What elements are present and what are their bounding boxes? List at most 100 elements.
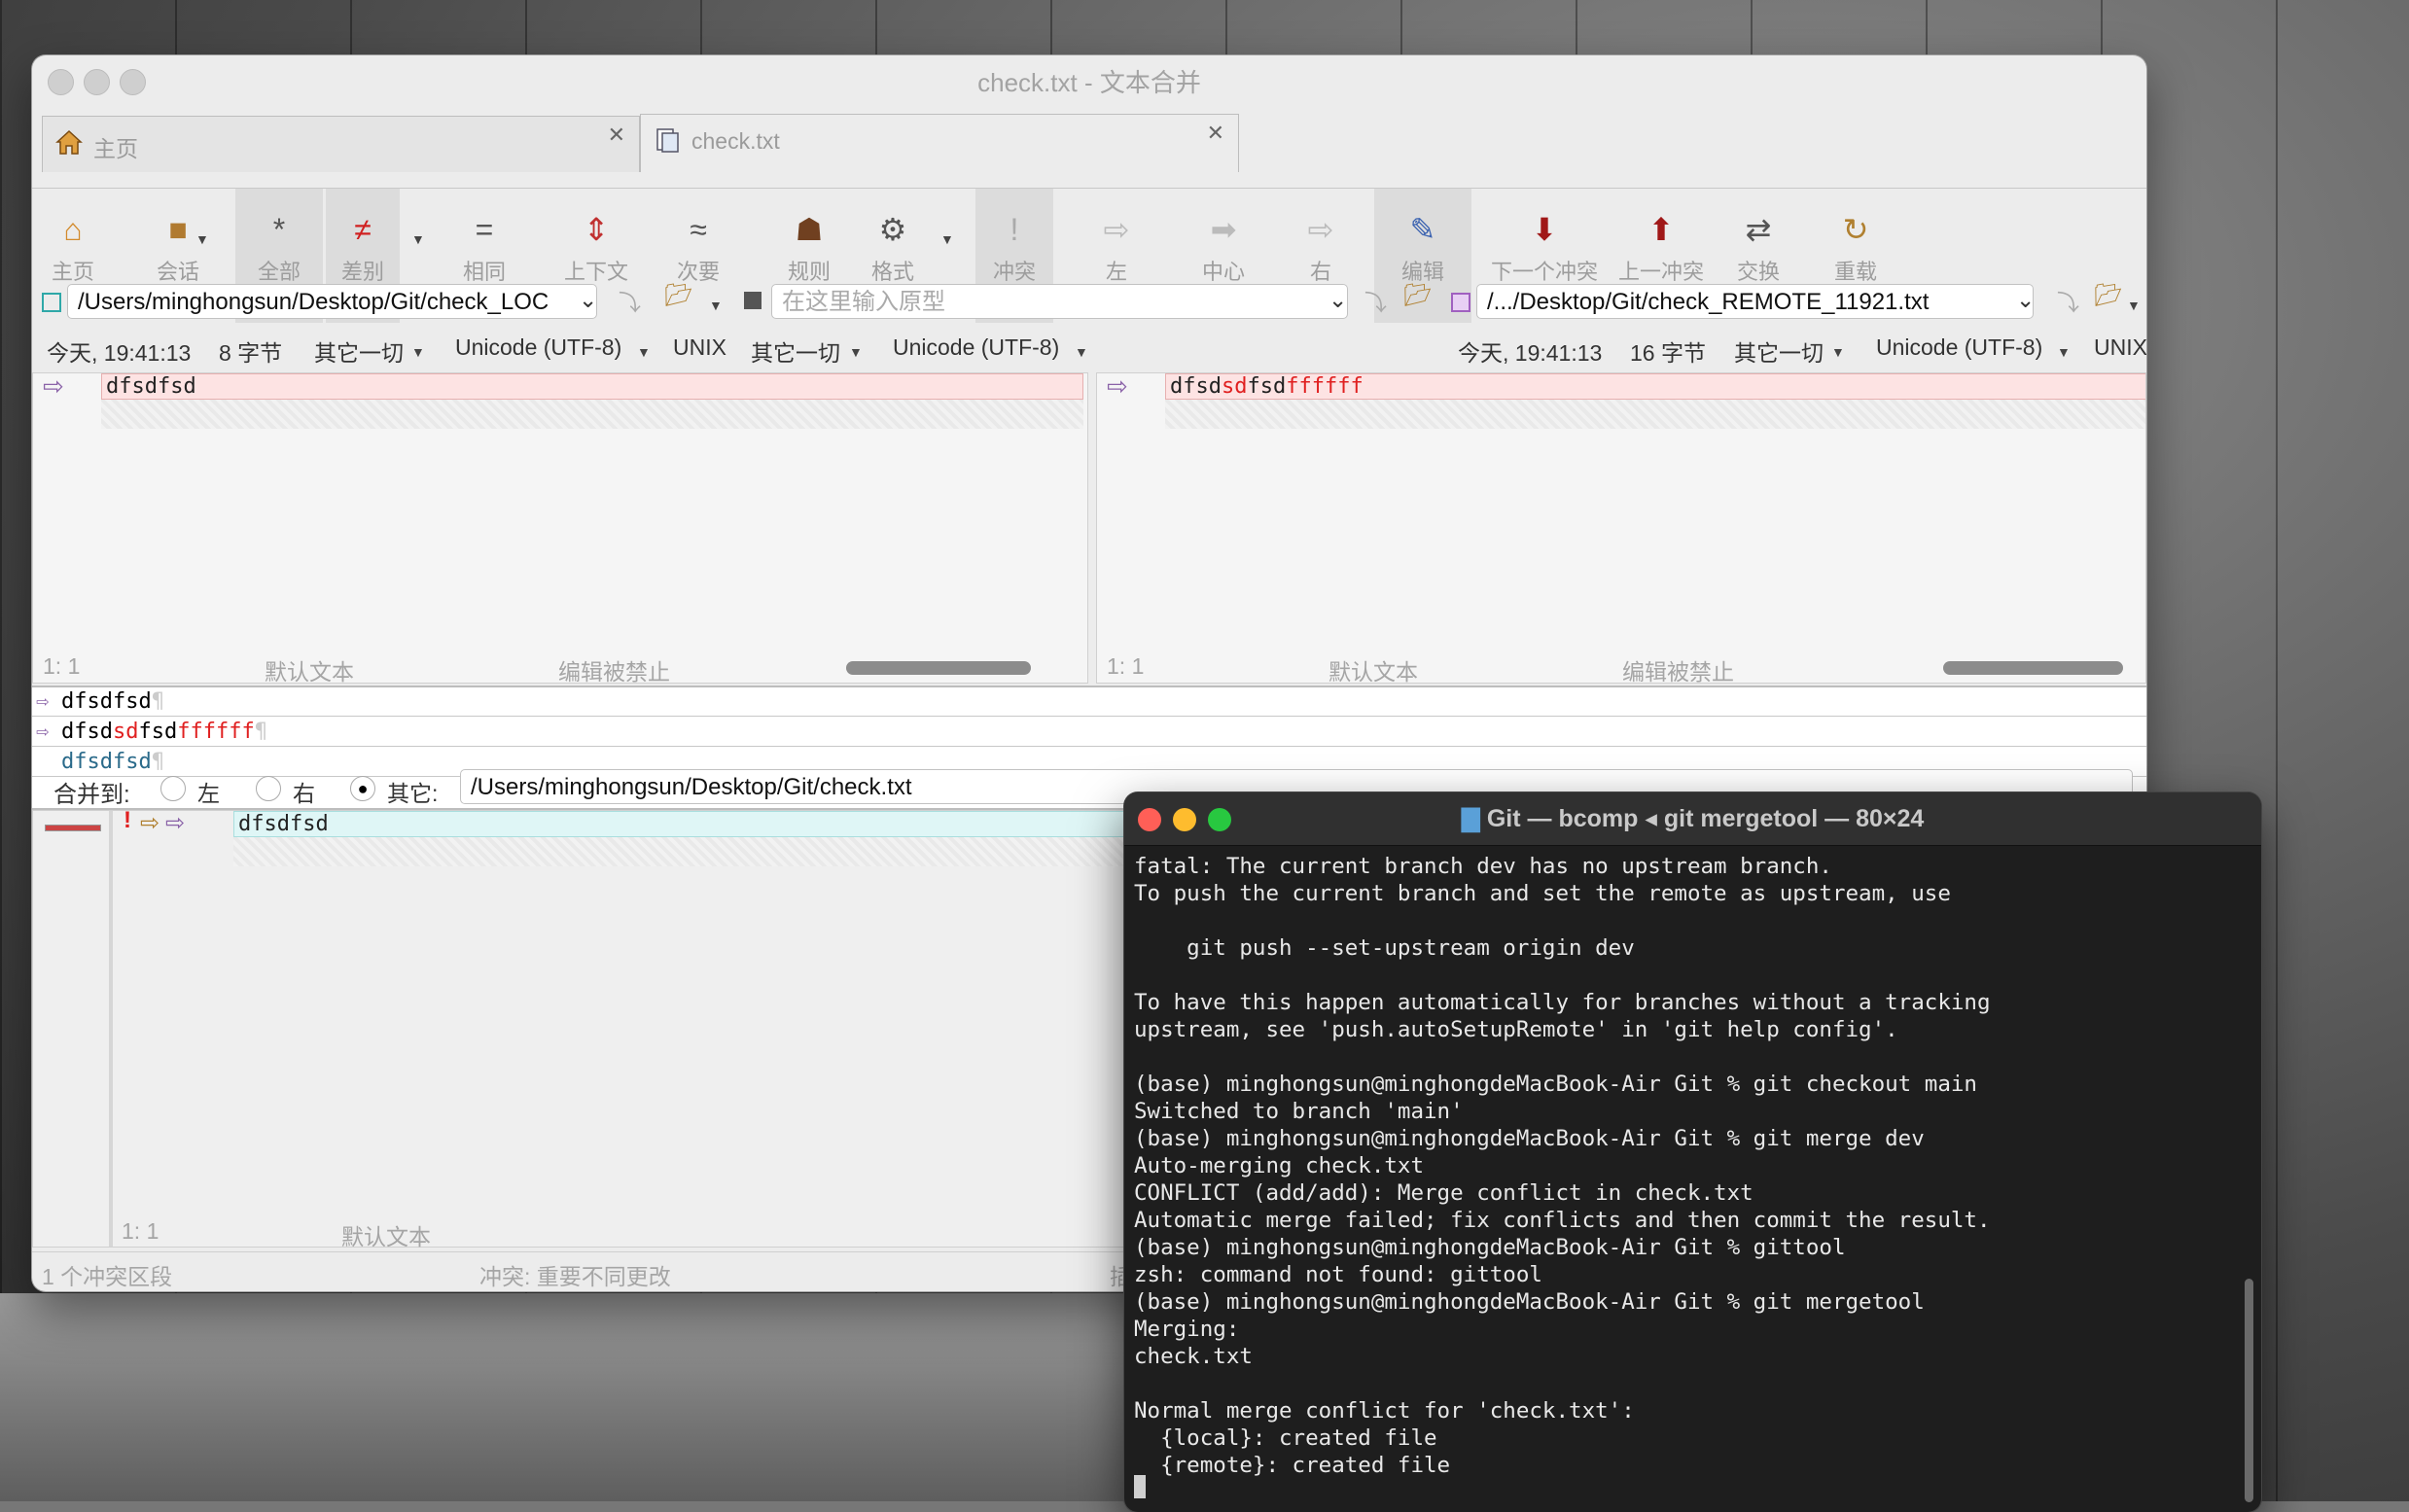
- take-left-arrow-icon[interactable]: ⇨: [140, 811, 159, 837]
- compare-right-d: ffffff: [177, 720, 255, 744]
- right-eol[interactable]: UNIX: [2094, 334, 2146, 361]
- terminal-output[interactable]: fatal: The current branch dev has no ups…: [1134, 853, 2232, 1479]
- rules-label: 规则: [787, 260, 831, 284]
- compare-right-c: fsd: [138, 720, 178, 744]
- left-path-field[interactable]: /Users/minghongsun/Desktop/Git/check_LOC: [67, 284, 597, 319]
- base-folder-icon[interactable]: 📂︎: [1403, 282, 1432, 308]
- tab-home-label: 主页: [93, 136, 138, 161]
- all-label: 全部: [257, 260, 301, 284]
- merge-right-label: 右: [293, 781, 315, 806]
- terminal-line: Auto-merging check.txt: [1134, 1153, 1425, 1178]
- reload-icon: ↻: [1842, 212, 1869, 247]
- compare-left-pilcrow: ¶: [151, 689, 164, 714]
- right-swap-icon[interactable]: ⤵: [2057, 284, 2079, 317]
- right-folder-icon[interactable]: 📂︎: [2094, 282, 2122, 308]
- output-gutter-marker: [45, 825, 101, 831]
- right-filter-dropdown-icon[interactable]: ▼: [1831, 344, 1845, 360]
- right-edit-state: 编辑被禁止: [1622, 659, 1734, 684]
- compare-right-pilcrow: ¶: [254, 720, 267, 744]
- arrow-center-icon: ➡: [1210, 212, 1237, 247]
- tab-check-txt-close-icon[interactable]: ✕: [1207, 121, 1224, 146]
- format-gear-icon: ⚙: [878, 212, 907, 247]
- arrow-up-icon: ⬆: [1647, 212, 1675, 247]
- referee-icon: ☗: [795, 212, 824, 247]
- window-title: check.txt - 文本合并: [977, 68, 1201, 97]
- left-empty-line: [101, 400, 1083, 429]
- left-encoding-select[interactable]: Unicode (UTF-8): [455, 334, 621, 361]
- terminal-line: CONFLICT (add/add): Merge conflict in ch…: [1134, 1180, 1754, 1206]
- right-encoding-select[interactable]: Unicode (UTF-8): [1876, 334, 2042, 361]
- right-path-dropdown-icon[interactable]: ⌄: [2016, 287, 2035, 313]
- terminal-line: Automatic merge failed; fix conflicts an…: [1134, 1208, 1991, 1233]
- right-line-1: dfsdsdfsdffffff: [1165, 373, 2145, 400]
- compare-line-right: ⇨ dfsdsdfsdffffff¶: [32, 718, 2146, 747]
- base-encoding-dropdown-icon[interactable]: ▼: [1075, 344, 1088, 360]
- right-horizontal-scrollbar[interactable]: [1943, 661, 2123, 675]
- terminal-line: (base) minghongsun@minghongdeMacBook-Air…: [1134, 1126, 1925, 1151]
- right-folder-dropdown-icon[interactable]: ▼: [2127, 298, 2141, 313]
- left-text-pane[interactable]: ⇨ dfsdfsd 1: 1 默认文本 编辑被禁止: [32, 372, 1088, 684]
- terminal-titlebar: ▇ Git — bcomp ◂ git mergetool — 80×24: [1124, 792, 2261, 846]
- compare-output-pilcrow: ¶: [151, 750, 164, 774]
- tab-check-txt-label: check.txt: [691, 128, 780, 154]
- merge-left-label: 左: [197, 781, 220, 806]
- folder-icon: ▇: [1461, 805, 1480, 832]
- base-encoding-select[interactable]: Unicode (UTF-8): [893, 334, 1059, 361]
- left-cursor-position: 1: 1: [43, 653, 81, 679]
- left-edit-state: 编辑被禁止: [558, 659, 670, 684]
- base-path-dropdown-icon[interactable]: ⌄: [1328, 287, 1347, 313]
- diffs-dropdown-icon[interactable]: ▼: [411, 231, 425, 247]
- take-right-arrow-icon[interactable]: ⇨: [165, 811, 185, 837]
- right-text-c: fsd: [1247, 374, 1287, 399]
- output-gutter-divider: [109, 811, 113, 1247]
- conflict-icon: !: [124, 810, 131, 833]
- tab-check-txt[interactable]: check.txt ✕: [640, 114, 1239, 172]
- terminal-line: (base) minghongsun@minghongdeMacBook-Air…: [1134, 1235, 1846, 1260]
- merge-right-radio[interactable]: [256, 776, 281, 801]
- left-filter-select[interactable]: 其它一切: [314, 334, 404, 368]
- left-path-dropdown-icon[interactable]: ⌄: [579, 287, 597, 313]
- right-encoding-dropdown-icon[interactable]: ▼: [2057, 344, 2071, 360]
- compare-line-left: ⇨ dfsdfsd¶: [32, 687, 2146, 717]
- terminal-line: Normal merge conflict for 'check.txt':: [1134, 1398, 1635, 1424]
- terminal-line: (base) minghongsun@minghongdeMacBook-Air…: [1134, 1072, 1977, 1097]
- terminal-line: To push the current branch and set the r…: [1134, 881, 1951, 906]
- conflict-count: 1 个冲突区段: [42, 1264, 173, 1289]
- left-horizontal-scrollbar[interactable]: [846, 661, 1031, 675]
- right-path-field[interactable]: /.../Desktop/Git/check_REMOTE_11921.txt: [1476, 284, 2034, 319]
- compare-right-a: dfsd: [61, 720, 113, 744]
- merge-other-label: 其它:: [387, 781, 439, 806]
- format-dropdown-icon[interactable]: ▼: [940, 231, 954, 247]
- tab-home[interactable]: 主页 ✕: [42, 116, 640, 172]
- base-path-field[interactable]: 在这里输入原型: [771, 284, 1348, 319]
- left-eol[interactable]: UNIX: [673, 334, 726, 361]
- terminal-line: To have this happen automatically for br…: [1134, 990, 1991, 1015]
- left-filter-dropdown-icon[interactable]: ▼: [411, 344, 425, 360]
- left-text-mode: 默认文本: [265, 659, 354, 684]
- right-text-pane[interactable]: ⇨ dfsdsdfsdffffff 1: 1 默认文本 编辑被禁止: [1096, 372, 2146, 684]
- left-folder-icon[interactable]: 📂︎: [664, 282, 692, 308]
- left-encoding-dropdown-icon[interactable]: ▼: [637, 344, 651, 360]
- terminal-title: ▇ Git — bcomp ◂ git mergetool — 80×24: [1124, 792, 2261, 845]
- tab-home-close-icon[interactable]: ✕: [608, 123, 625, 148]
- left-size: 8 字节: [219, 340, 283, 366]
- base-swap-icon[interactable]: ⤵: [1364, 284, 1387, 317]
- left-folder-dropdown-icon[interactable]: ▼: [709, 298, 723, 313]
- terminal-scrollbar[interactable]: [2245, 1279, 2253, 1502]
- base-filter-select[interactable]: 其它一切: [751, 334, 840, 368]
- equals-icon: =: [475, 212, 494, 247]
- right-filter-select[interactable]: 其它一切: [1734, 334, 1824, 368]
- merge-other-radio[interactable]: ●: [350, 776, 375, 801]
- right-text-a: dfsd: [1170, 374, 1222, 399]
- merge-left-radio[interactable]: [160, 776, 186, 801]
- context-label: 上下文: [563, 260, 628, 284]
- left-color-marker: [42, 293, 61, 312]
- base-filter-dropdown-icon[interactable]: ▼: [849, 344, 863, 360]
- swap-icon: ⇄: [1745, 212, 1772, 247]
- terminal-line: upstream, see 'push.autoSetupRemote' in …: [1134, 1017, 1898, 1042]
- session-dropdown-icon[interactable]: ▼: [195, 231, 209, 247]
- output-text-mode: 默认文本: [341, 1224, 431, 1249]
- left-swap-icon[interactable]: ⤵: [619, 284, 641, 317]
